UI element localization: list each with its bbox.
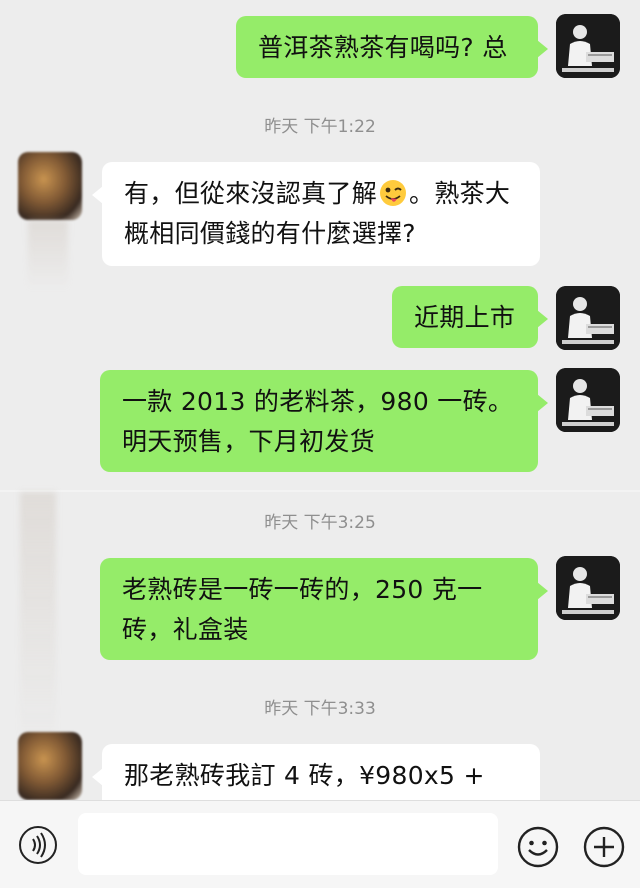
emoji-icon[interactable] xyxy=(516,825,560,869)
message-input[interactable] xyxy=(78,813,498,875)
voice-icon[interactable] xyxy=(18,825,58,865)
chat-history[interactable]: 普洱茶熟茶有喝吗? 总 昨天 下午1:22 有，但從來沒認真了解 。熟茶大概相同… xyxy=(0,0,640,800)
person-reading-icon xyxy=(556,286,620,350)
plus-icon[interactable] xyxy=(582,825,626,869)
avatar[interactable] xyxy=(556,286,620,350)
timestamp: 昨天 下午1:22 xyxy=(264,117,376,137)
message-text: 一款 2013 的老料茶，980 一砖。明天预售，下月初发货 xyxy=(122,387,514,456)
input-bar xyxy=(0,800,640,888)
avatar[interactable] xyxy=(556,556,620,620)
avatar[interactable] xyxy=(18,152,82,220)
avatar[interactable] xyxy=(556,14,620,78)
message-bubble[interactable]: 老熟砖是一砖一砖的，250 克一砖，礼盒装 xyxy=(100,558,548,660)
screenshot-seam xyxy=(0,490,640,492)
message-text: 老熟砖是一砖一砖的，250 克一砖，礼盒装 xyxy=(122,575,483,644)
message-bubble[interactable]: 那老熟砖我訂 4 砖，¥980x5 + xyxy=(92,744,540,800)
message-text: 近期上市 xyxy=(414,303,516,332)
winking-tongue-face-icon xyxy=(380,180,407,206)
message-text: 那老熟砖我訂 4 砖，¥980x5 + xyxy=(124,761,485,790)
message-bubble[interactable]: 有，但從來沒認真了解 。熟茶大概相同價錢的有什麼選擇? xyxy=(92,162,540,266)
message-bubble[interactable]: 普洱茶熟茶有喝吗? 总 xyxy=(236,16,548,78)
message-bubble[interactable]: 近期上市 xyxy=(392,286,548,348)
avatar[interactable] xyxy=(18,732,82,800)
person-reading-icon xyxy=(556,556,620,620)
message-text: 有，但從來沒認真了解 xyxy=(124,179,378,208)
person-reading-icon xyxy=(556,368,620,432)
timestamp: 昨天 下午3:33 xyxy=(264,699,376,719)
avatar[interactable] xyxy=(556,368,620,432)
timestamp: 昨天 下午3:25 xyxy=(264,513,376,533)
message-text: 普洱茶熟茶有喝吗? 总 xyxy=(258,33,508,62)
message-bubble[interactable]: 一款 2013 的老料茶，980 一砖。明天预售，下月初发货 xyxy=(100,370,548,472)
avatar-blur-trail xyxy=(28,220,68,290)
person-reading-icon xyxy=(556,14,620,78)
